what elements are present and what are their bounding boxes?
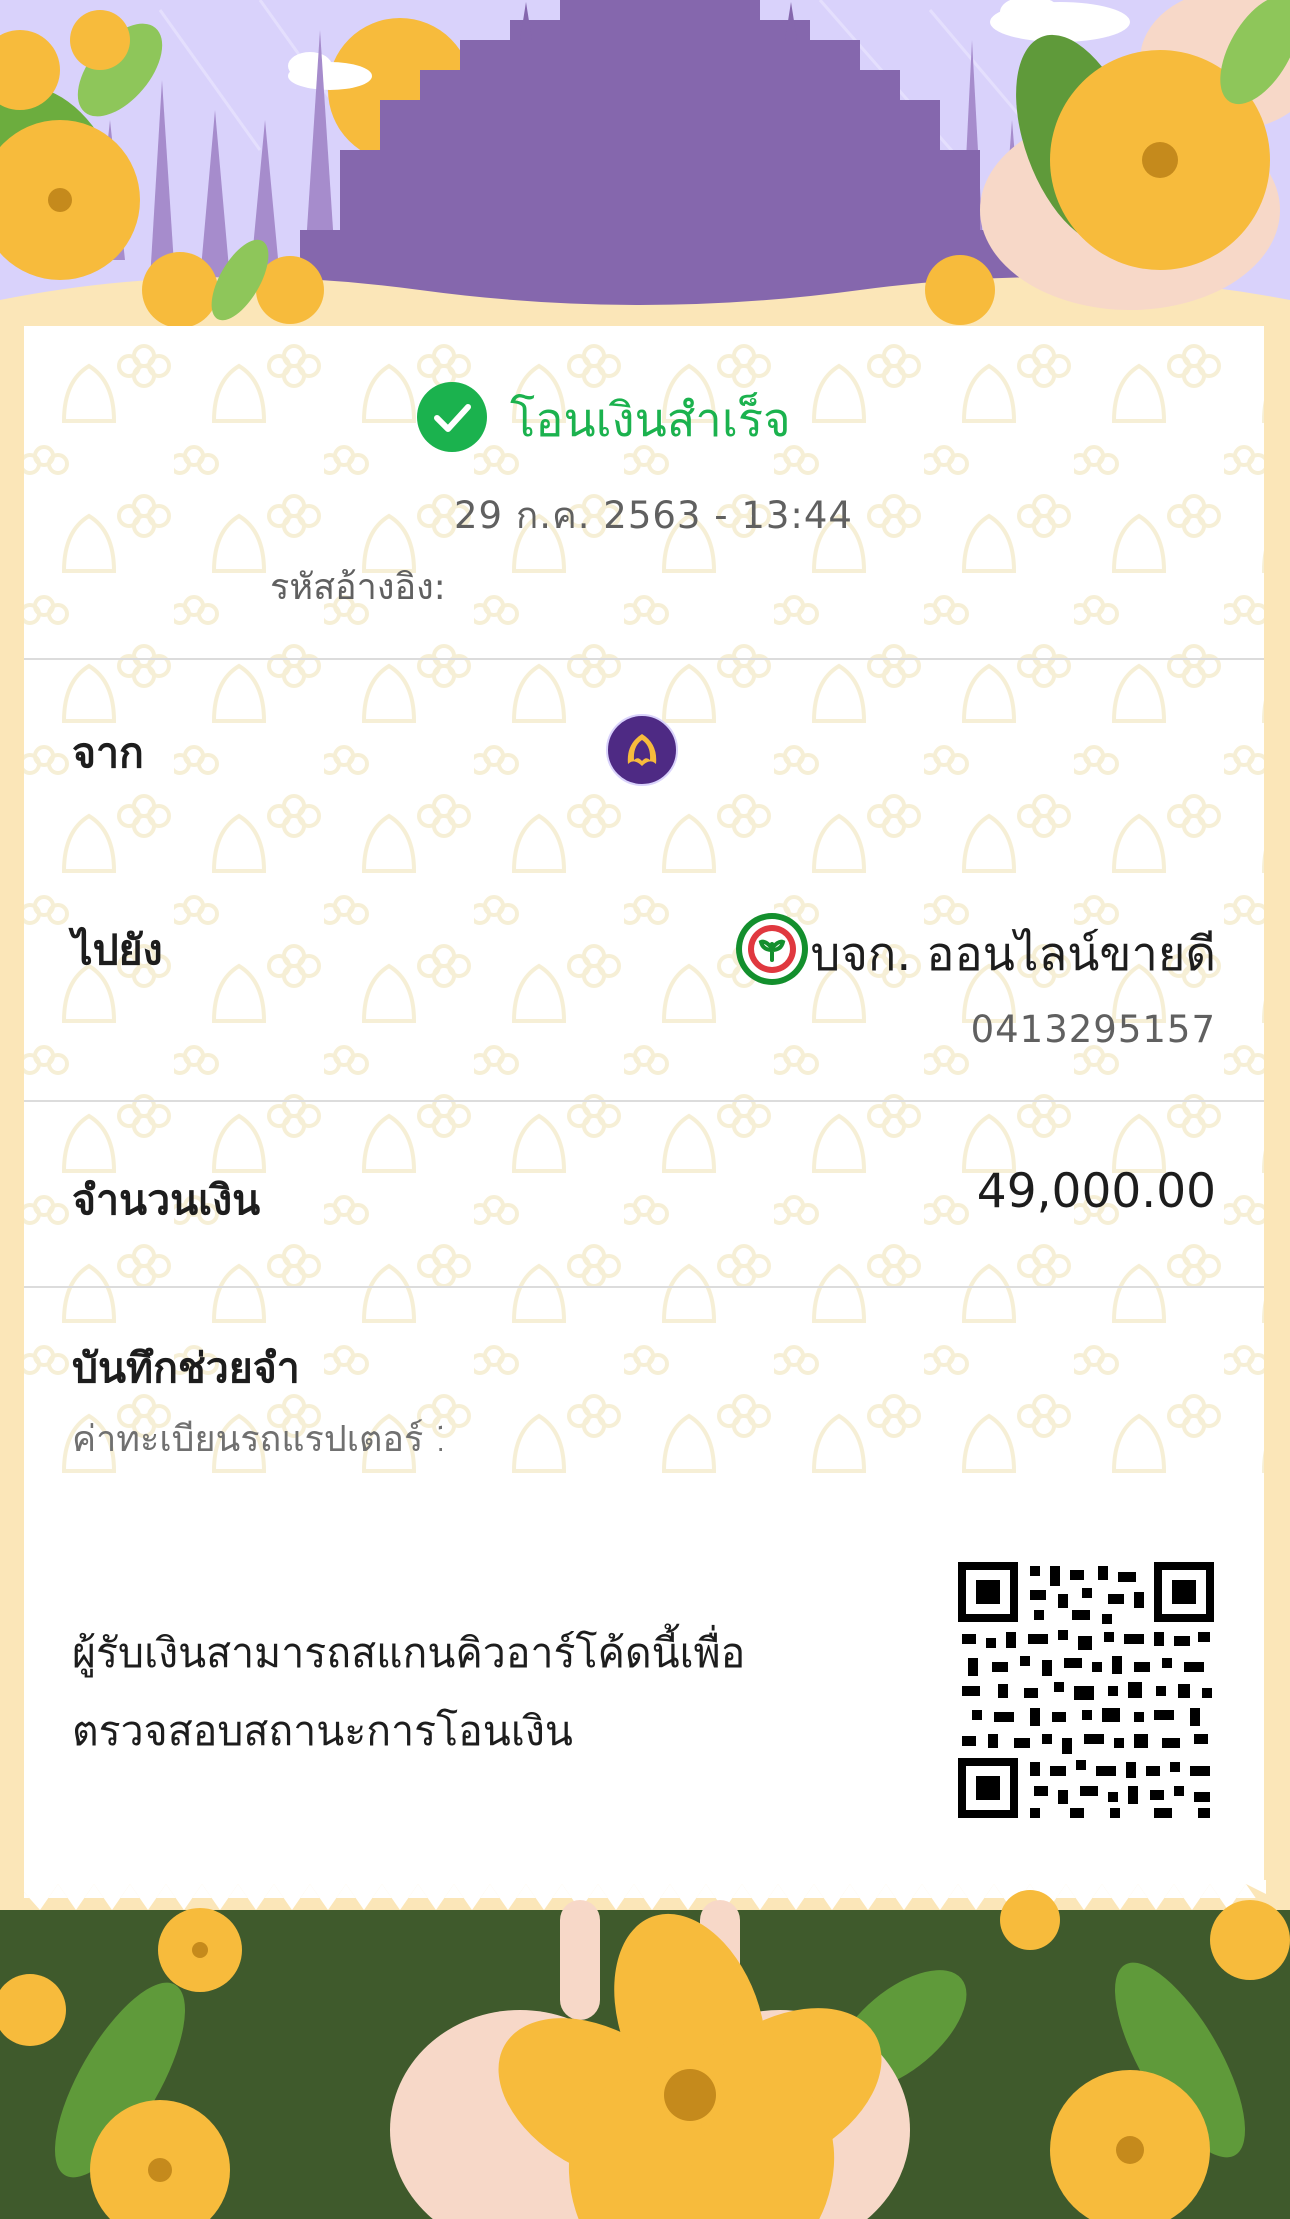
transaction-datetime: 29 ก.ค. 2563 - 13:44: [454, 494, 853, 537]
to-label: ไปยัง: [72, 926, 163, 974]
amount-value: 49,000.00: [976, 1164, 1216, 1219]
memo-label: บันทึกช่วยจำ: [72, 1344, 300, 1392]
temple-flower-illustration: [0, 0, 1290, 330]
from-label: จาก: [72, 729, 144, 777]
divider: [24, 1100, 1264, 1102]
qr-caption: ผู้รับเงินสามารถสแกนคิวอาร์โค้ดนี้เพื่อ …: [72, 1629, 746, 1755]
recipient-name: บจก. ออนไลน์ขายดี: [810, 927, 1216, 982]
divider: [24, 658, 1264, 660]
hands-flower-illustration: [0, 1880, 1290, 2219]
status-text: โอนเงินสำเร็จ: [510, 393, 791, 448]
scb-bank-logo-icon: [606, 714, 678, 786]
memo-value: ค่าทะเบียนรถแรปเตอร์ 1: [72, 1419, 442, 1460]
amount-label: จำนวนเงิน: [72, 1176, 261, 1224]
qr-code-icon: [958, 1562, 1214, 1818]
header-illustration: [0, 0, 1290, 330]
check-circle-icon: [417, 382, 487, 452]
footer-illustration: [0, 1880, 1290, 2219]
recipient-account: 0413295157: [970, 1008, 1216, 1051]
reference-label: รหัสอ้างอิง:: [270, 567, 446, 608]
divider: [24, 1286, 1264, 1288]
transfer-receipt: โอนเงินสำเร็จ 29 ก.ค. 2563 - 13:44 รหัสอ…: [24, 326, 1264, 1898]
kbank-logo-icon: [736, 913, 808, 985]
